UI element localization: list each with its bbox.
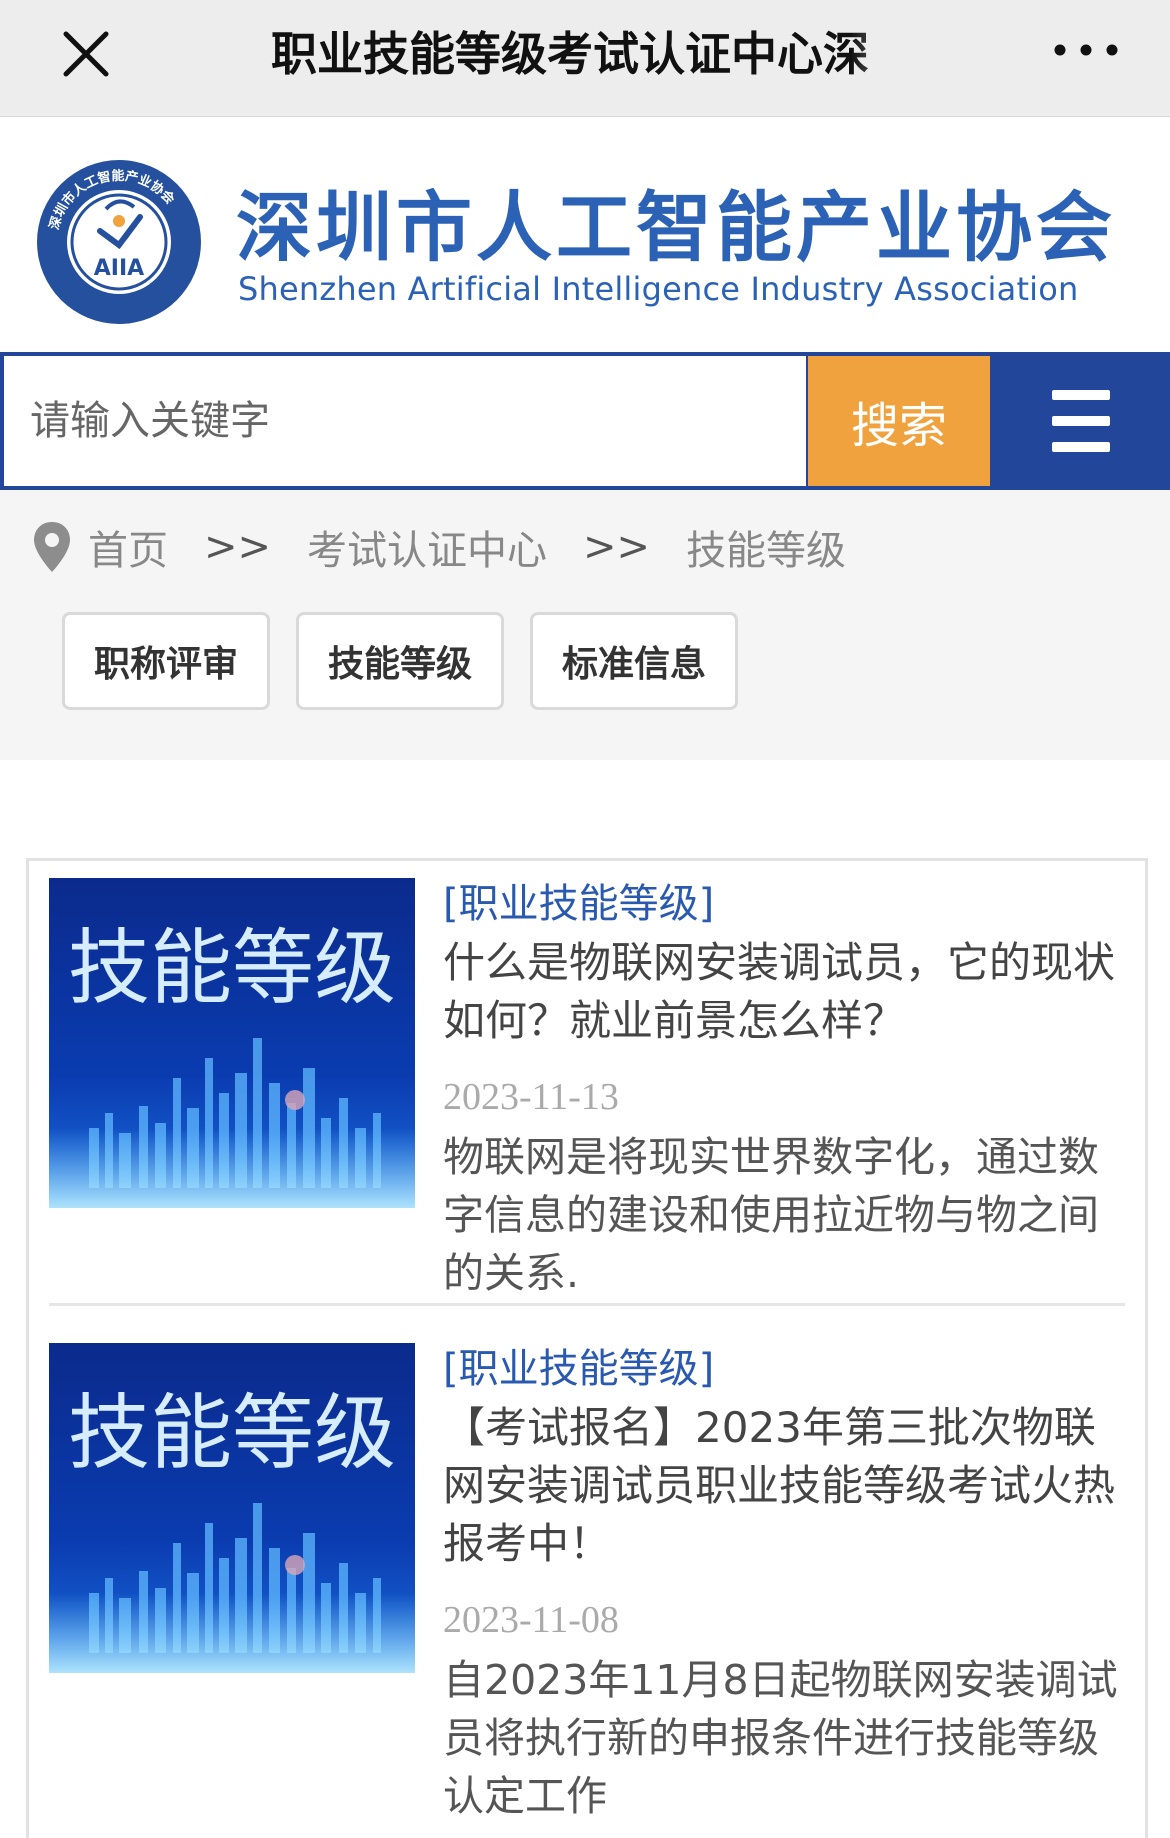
association-logo-badge[interactable]: 深圳市人工智能产业协会 AIIA bbox=[36, 159, 202, 325]
thumbnail-caption: 技能等级 bbox=[68, 921, 396, 1016]
breadcrumb-separator: >> bbox=[204, 524, 272, 570]
breadcrumb-area: 首页 >> 考试认证中心 >> 技能等级 职称评审 技能等级 标准信息 bbox=[0, 490, 1170, 760]
site-header: 深圳市人工智能产业协会 AIIA 深圳市人工智能产业协会 Shenzhen Ar… bbox=[0, 117, 1170, 352]
search-input[interactable] bbox=[4, 356, 806, 486]
article-content: [职业技能等级] 什么是物联网安装调试员，它的现状如何？就业前景怎么样？ 202… bbox=[443, 878, 1125, 1302]
association-name-cn: 深圳市人工智能产业协会 bbox=[236, 183, 1116, 272]
article-date: 2023-11-13 bbox=[443, 1076, 619, 1118]
article-category-link[interactable]: [职业技能等级] bbox=[443, 1343, 1125, 1395]
article-thumbnail[interactable]: 技能等级 bbox=[49, 1343, 415, 1673]
article-date: 2023-11-08 bbox=[443, 1599, 619, 1641]
article-category-link[interactable]: [职业技能等级] bbox=[443, 878, 1125, 930]
category-tags: 职称评审 技能等级 标准信息 bbox=[62, 612, 738, 710]
article-title[interactable]: 什么是物联网安装调试员，它的现状如何？就业前景怎么样？ bbox=[443, 934, 1125, 1050]
breadcrumb-separator: >> bbox=[583, 524, 651, 570]
search-button[interactable]: 搜索 bbox=[808, 356, 990, 486]
hamburger-menu-icon[interactable] bbox=[1052, 390, 1110, 452]
article-list: 技能等级 [职业技能等级] 什么是物联网安装调试员，它的现状如何？就业前景怎么样… bbox=[26, 858, 1148, 1838]
breadcrumb-home[interactable]: 首页 bbox=[88, 518, 168, 576]
search-bar: 搜索 bbox=[0, 352, 1170, 490]
article-content: [职业技能等级] 【考试报名】2023年第三批次物联网安装调试员职业技能等级考试… bbox=[443, 1343, 1125, 1825]
close-icon[interactable] bbox=[60, 28, 112, 80]
article-title[interactable]: 【考试报名】2023年第三批次物联网安装调试员职业技能等级考试火热报考中！ bbox=[443, 1399, 1125, 1573]
breadcrumb-skill-level[interactable]: 技能等级 bbox=[686, 518, 846, 576]
article-thumbnail[interactable]: 技能等级 bbox=[49, 878, 415, 1208]
thumbnail-caption: 技能等级 bbox=[68, 1386, 396, 1481]
window-title: 职业技能等级考试认证中心深 bbox=[271, 27, 869, 81]
badge-inner-text: AIIA bbox=[94, 256, 144, 281]
association-name-en: Shenzhen Artificial Intelligence Industr… bbox=[238, 270, 1079, 308]
tag-skill-level[interactable]: 技能等级 bbox=[296, 612, 504, 710]
list-divider bbox=[49, 1303, 1125, 1306]
article-summary: 物联网是将现实世界数字化，通过数字信息的建设和使用拉近物与物之间的关系. bbox=[443, 1133, 1099, 1297]
breadcrumb-exam-center[interactable]: 考试认证中心 bbox=[307, 518, 547, 576]
location-pin-icon bbox=[34, 522, 70, 572]
tag-title-review[interactable]: 职称评审 bbox=[62, 612, 270, 710]
top-bar: 职业技能等级考试认证中心深 bbox=[0, 0, 1170, 117]
breadcrumb: 首页 >> 考试认证中心 >> 技能等级 bbox=[32, 522, 846, 574]
article-summary: 自2023年11月8日起物联网安装调试员将执行新的申报条件进行技能等级认定工作 bbox=[443, 1656, 1118, 1820]
more-options-icon[interactable] bbox=[1050, 30, 1122, 70]
tag-standard-info[interactable]: 标准信息 bbox=[530, 612, 738, 710]
